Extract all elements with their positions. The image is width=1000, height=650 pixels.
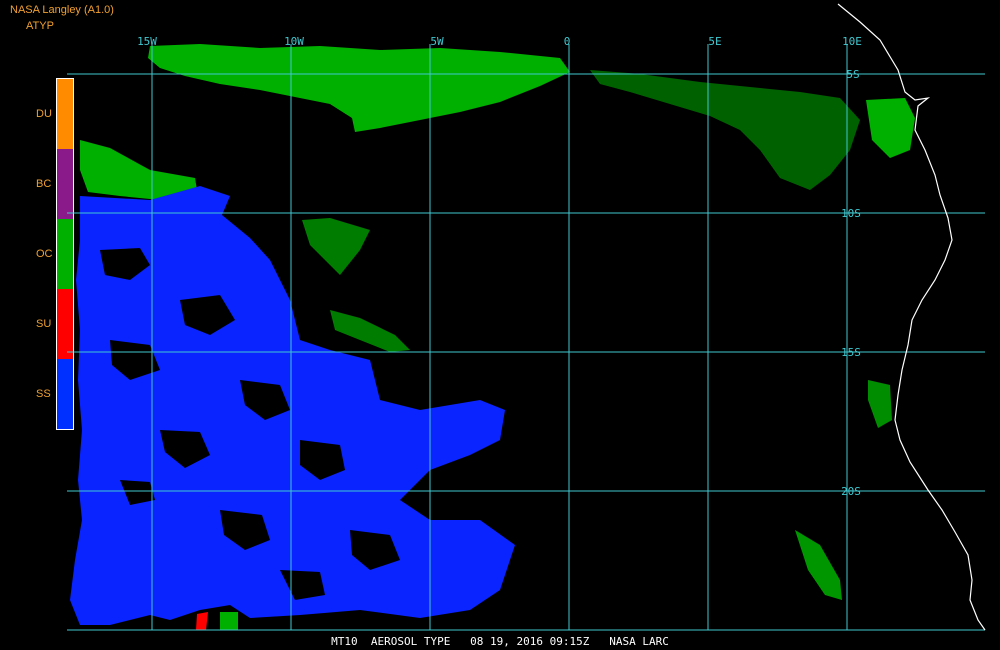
su-aerosol-patch [196, 612, 208, 630]
lat-label-15s: 15S [841, 346, 861, 359]
lon-label-5w: 5W [430, 35, 444, 48]
lat-label-20s: 20S [841, 485, 861, 498]
lat-label-10s: 10S [841, 207, 861, 220]
lat-label-5s: 5S [846, 68, 859, 81]
coastline [837, 3, 986, 631]
lon-label-5e: 5E [708, 35, 721, 48]
aerosol-map: 15W 10W 5W 0 5E 10E 5S 10S 15S 20S [67, 3, 986, 631]
footer-caption: MT10 AEROSOL TYPE 08 19, 2016 09:15Z NAS… [331, 635, 669, 648]
lon-label-15w: 15W [137, 35, 157, 48]
lon-label-10e: 10E [842, 35, 862, 48]
lon-label-0: 0 [564, 35, 571, 48]
lon-label-10w: 10W [284, 35, 304, 48]
